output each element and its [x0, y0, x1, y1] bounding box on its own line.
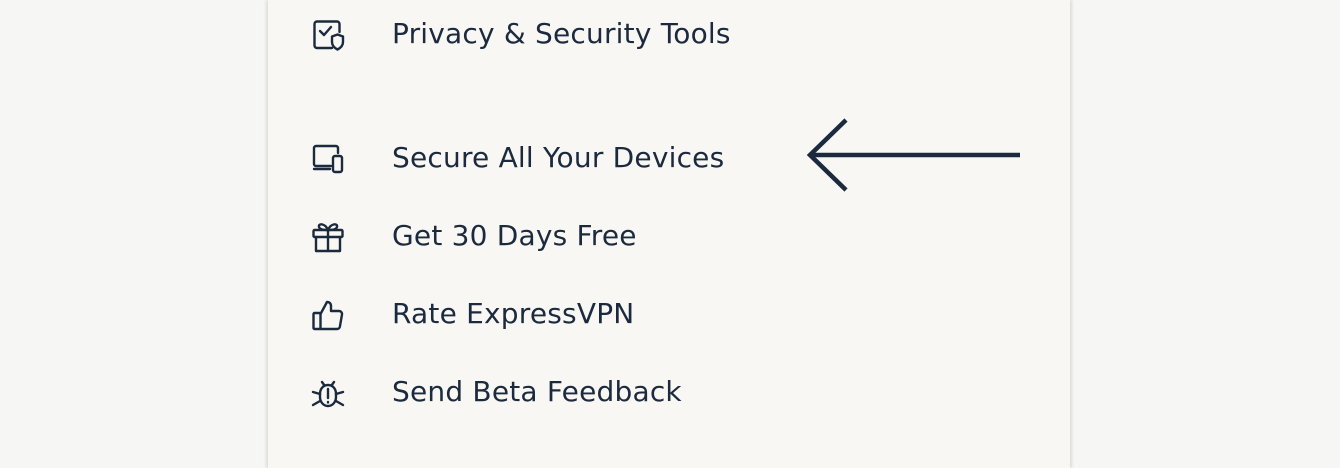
- thumbs-up-icon: [310, 297, 346, 333]
- menu-item-label: Send Beta Feedback: [392, 375, 682, 408]
- menu-item-label: Rate ExpressVPN: [392, 297, 635, 330]
- menu-panel: Privacy & Security Tools Secure All Your…: [268, 0, 1070, 468]
- screen: Privacy & Security Tools Secure All Your…: [0, 0, 1340, 468]
- menu-item-get-30-days-free[interactable]: Get 30 Days Free: [268, 206, 1070, 266]
- arrow-left-icon: [806, 118, 1020, 192]
- menu-item-label: Get 30 Days Free: [392, 219, 637, 252]
- menu-item-label: Privacy & Security Tools: [392, 17, 731, 50]
- menu-item-privacy-security-tools[interactable]: Privacy & Security Tools: [268, 4, 1070, 64]
- menu-item-label: Secure All Your Devices: [392, 141, 725, 174]
- menu-item-rate-expressvpn[interactable]: Rate ExpressVPN: [268, 284, 1070, 344]
- devices-icon: [310, 141, 346, 177]
- bug-icon: [310, 375, 346, 411]
- menu-item-send-beta-feedback[interactable]: Send Beta Feedback: [268, 362, 1070, 422]
- gift-icon: [310, 219, 346, 255]
- shield-check-icon: [310, 17, 346, 53]
